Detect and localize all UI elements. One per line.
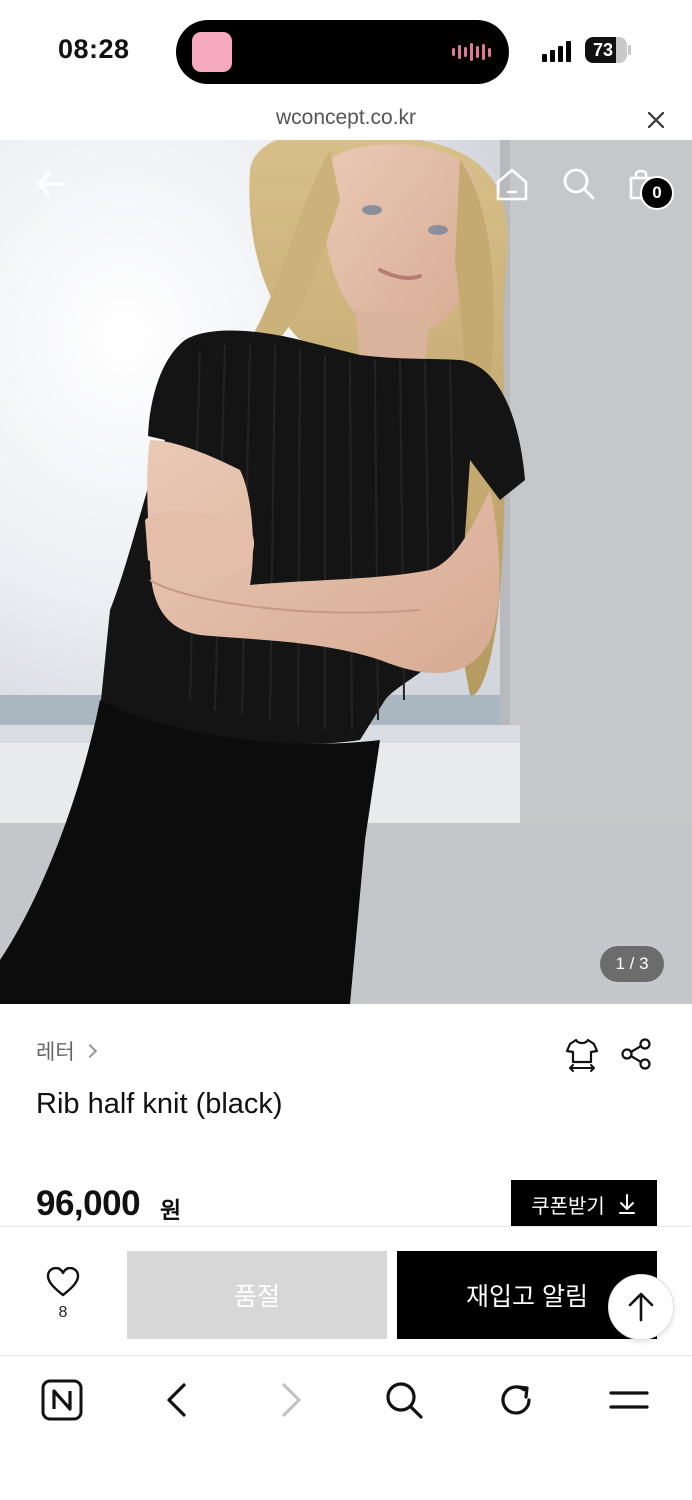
arrow-left-icon xyxy=(37,171,67,197)
coupon-label: 쿠폰받기 xyxy=(531,1195,605,1218)
battery-cap xyxy=(628,45,631,55)
home-button[interactable] xyxy=(488,160,536,208)
browser-reload-button[interactable] xyxy=(491,1375,541,1425)
arrow-up-icon xyxy=(628,1292,654,1322)
battery-percent: 73 xyxy=(592,40,614,60)
url-text[interactable]: wconcept.co.kr xyxy=(0,106,692,130)
chevron-right-icon xyxy=(282,1383,301,1417)
search-icon xyxy=(386,1382,423,1419)
naver-logo-icon xyxy=(41,1379,83,1421)
audio-wave-icon xyxy=(452,42,491,62)
cart-count-badge: 0 xyxy=(640,176,674,210)
brand-link[interactable]: 레터 xyxy=(36,1036,97,1066)
product-image-carousel[interactable] xyxy=(0,140,692,1004)
back-button[interactable] xyxy=(28,160,76,208)
dynamic-island xyxy=(176,20,509,84)
chevron-right-icon xyxy=(82,1043,97,1059)
purchase-action-bar: 8 품절 재입고 알림 xyxy=(0,1226,692,1356)
browser-search-button[interactable] xyxy=(379,1375,429,1425)
address-bar: wconcept.co.kr xyxy=(0,100,692,140)
brand-name: 레터 xyxy=(36,1041,75,1064)
download-icon xyxy=(618,1194,635,1214)
search-icon xyxy=(563,168,595,200)
now-playing-app-icon xyxy=(192,32,232,72)
status-bar: 08:28 73 xyxy=(0,0,692,100)
browser-forward-button[interactable] xyxy=(266,1375,316,1425)
product-price: 96,000 xyxy=(36,1184,141,1223)
image-page-indicator: 1 / 3 xyxy=(600,946,664,982)
refresh-icon xyxy=(501,1385,531,1415)
battery-icon: 73 xyxy=(585,37,627,63)
tshirt-size-icon xyxy=(565,1038,599,1072)
close-icon[interactable] xyxy=(644,108,668,132)
scroll-top-button[interactable] xyxy=(608,1274,674,1340)
home-icon xyxy=(496,168,528,201)
chevron-left-icon xyxy=(167,1383,186,1417)
browser-back-button[interactable] xyxy=(152,1375,202,1425)
size-guide-button[interactable] xyxy=(562,1034,602,1074)
browser-toolbar xyxy=(0,1357,692,1500)
price-currency: 원 xyxy=(160,1197,182,1223)
heart-icon xyxy=(46,1266,80,1297)
hamburger-menu-icon xyxy=(609,1391,649,1409)
naver-home-button[interactable] xyxy=(37,1375,87,1425)
share-button[interactable] xyxy=(616,1034,656,1074)
get-coupon-button[interactable]: 쿠폰받기 xyxy=(511,1180,657,1228)
product-title: Rib half knit (black) xyxy=(36,1088,283,1120)
share-icon xyxy=(621,1038,651,1070)
status-time: 08:28 xyxy=(58,34,130,64)
cellular-signal-icon xyxy=(542,40,571,62)
wishlist-button[interactable]: 8 xyxy=(38,1266,88,1322)
browser-menu-button[interactable] xyxy=(604,1375,654,1425)
product-photo xyxy=(0,140,692,1004)
soldout-button[interactable]: 품절 xyxy=(127,1251,387,1339)
search-button[interactable] xyxy=(555,160,603,208)
wish-count: 8 xyxy=(58,1304,68,1321)
